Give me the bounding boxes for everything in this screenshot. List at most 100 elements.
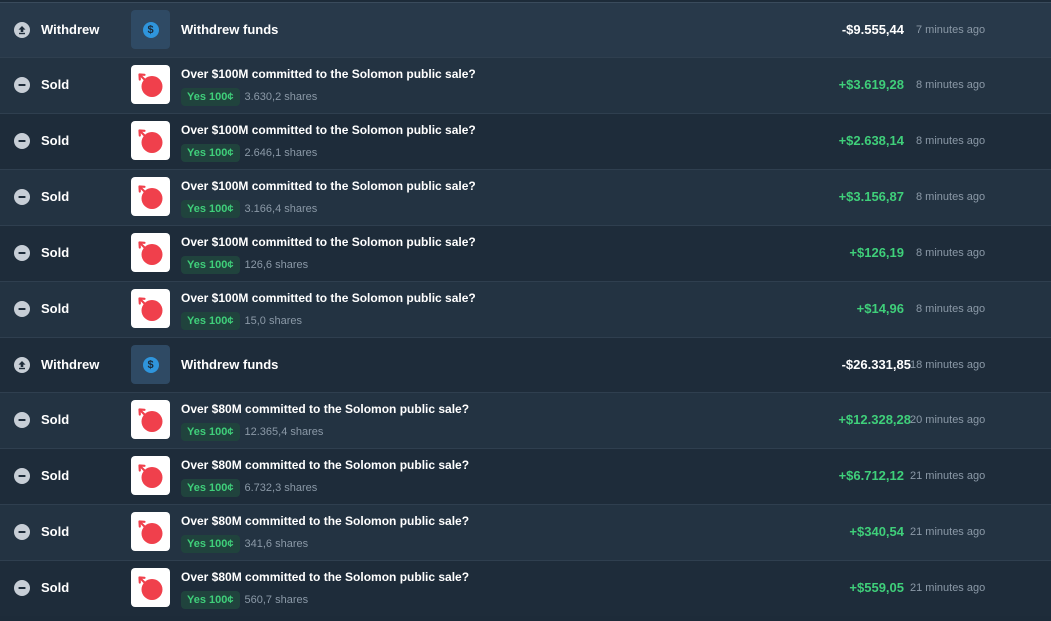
sold-icon xyxy=(14,580,30,596)
position-details: Yes 100¢ 12.365,4 shares xyxy=(181,423,323,441)
shares-count: 3.630,2 shares xyxy=(244,91,318,103)
activity-row[interactable]: Sold Over $100M committed to the Solomon … xyxy=(0,281,1051,337)
market-thumbnail[interactable] xyxy=(131,512,170,551)
market-logo-icon xyxy=(138,241,163,265)
activity-row[interactable]: Sold Over $80M committed to the Solomon p… xyxy=(0,392,1051,448)
market-title-link[interactable]: Over $80M committed to the Solomon publi… xyxy=(181,514,469,528)
position-details: Yes 100¢ 3.630,2 shares xyxy=(181,88,317,106)
position-details: Yes 100¢ 3.166,4 shares xyxy=(181,200,317,218)
shares-count: 2.646,1 shares xyxy=(244,147,318,159)
position-details: Yes 100¢ 126,6 shares xyxy=(181,256,308,274)
outcome-chip: Yes 100¢ xyxy=(181,535,240,553)
outcome-chip: Yes 100¢ xyxy=(181,479,240,497)
market-title-link[interactable]: Over $100M committed to the Solomon publ… xyxy=(181,235,476,249)
outcome-chip: Yes 100¢ xyxy=(181,312,240,330)
withdraw-icon xyxy=(14,22,30,38)
shares-count: 15,0 shares xyxy=(244,315,302,327)
market-logo-icon xyxy=(138,576,163,600)
activity-type-label: Sold xyxy=(41,245,70,260)
market-title-link[interactable]: Over $80M committed to the Solomon publi… xyxy=(181,458,469,472)
activity-amount: +$126,19 xyxy=(849,245,904,260)
market-title-link[interactable]: Over $100M committed to the Solomon publ… xyxy=(181,67,476,81)
market-thumbnail[interactable] xyxy=(131,121,170,160)
market-title-link[interactable]: Over $100M committed to the Solomon publ… xyxy=(181,291,476,305)
activity-list: Withdrew $ Withdrew funds -$9.555,44 7 minut… xyxy=(0,0,1051,621)
activity-amount: +$340,54 xyxy=(849,524,904,539)
market-logo-icon xyxy=(138,185,163,209)
activity-type-label: Sold xyxy=(41,133,70,148)
market-thumbnail[interactable] xyxy=(131,456,170,495)
withdraw-funds-thumbnail: $ xyxy=(131,10,170,49)
sold-icon xyxy=(14,189,30,205)
market-logo-icon xyxy=(138,129,163,153)
activity-time: 21 minutes ago xyxy=(910,470,986,482)
position-details: Yes 100¢ 6.732,3 shares xyxy=(181,479,317,497)
shares-count: 3.166,4 shares xyxy=(244,203,318,215)
activity-row[interactable]: Sold Over $100M committed to the Solomon … xyxy=(0,169,1051,225)
sold-icon xyxy=(14,468,30,484)
market-logo-icon xyxy=(138,73,163,97)
sold-icon xyxy=(14,133,30,149)
activity-row[interactable]: Withdrew $ Withdrew funds -$26.331,85 18 min… xyxy=(0,337,1051,393)
outcome-chip: Yes 100¢ xyxy=(181,144,240,162)
activity-time: 8 minutes ago xyxy=(916,191,986,203)
outcome-chip: Yes 100¢ xyxy=(181,423,240,441)
activity-time: 8 minutes ago xyxy=(916,247,986,259)
sold-icon xyxy=(14,412,30,428)
outcome-chip: Yes 100¢ xyxy=(181,200,240,218)
activity-type-label: Withdrew xyxy=(41,22,100,37)
market-logo-icon xyxy=(138,464,163,488)
activity-type-label: Sold xyxy=(41,524,70,539)
activity-time: 18 minutes ago xyxy=(910,359,986,371)
activity-row[interactable]: Sold Over $100M committed to the Solomon … xyxy=(0,57,1051,113)
shares-count: 126,6 shares xyxy=(244,259,309,271)
dollar-coin-icon: $ xyxy=(142,21,159,38)
market-thumbnail[interactable] xyxy=(131,65,170,104)
shares-count: 12.365,4 shares xyxy=(244,426,324,438)
activity-type-label: Sold xyxy=(41,77,70,92)
activity-time: 8 minutes ago xyxy=(916,79,986,91)
activity-type-label: Sold xyxy=(41,301,70,316)
market-thumbnail[interactable] xyxy=(131,400,170,439)
activity-row[interactable]: Withdrew $ Withdrew funds -$9.555,44 7 minut… xyxy=(0,2,1051,58)
market-thumbnail[interactable] xyxy=(131,568,170,607)
market-title-link[interactable]: Over $100M committed to the Solomon publ… xyxy=(181,123,476,137)
outcome-chip: Yes 100¢ xyxy=(181,256,240,274)
withdraw-funds-thumbnail: $ xyxy=(131,345,170,384)
activity-row[interactable]: Sold Over $80M committed to the Solomon p… xyxy=(0,448,1051,504)
activity-amount: +$3.619,28 xyxy=(838,77,904,92)
withdraw-title: Withdrew funds xyxy=(181,357,279,372)
activity-row[interactable]: Sold Over $100M committed to the Solomon … xyxy=(0,225,1051,281)
market-title-link[interactable]: Over $80M committed to the Solomon publi… xyxy=(181,402,469,416)
activity-time: 7 minutes ago xyxy=(916,24,986,36)
withdraw-title: Withdrew funds xyxy=(181,22,279,37)
market-logo-icon xyxy=(138,408,163,432)
market-title-link[interactable]: Over $100M committed to the Solomon publ… xyxy=(181,179,476,193)
activity-amount: +$14,96 xyxy=(856,301,904,316)
activity-type-label: Withdrew xyxy=(41,357,100,372)
position-details: Yes 100¢ 560,7 shares xyxy=(181,591,308,609)
market-thumbnail[interactable] xyxy=(131,233,170,272)
market-thumbnail[interactable] xyxy=(131,289,170,328)
shares-count: 560,7 shares xyxy=(244,594,309,606)
activity-amount: +$2.638,14 xyxy=(838,133,904,148)
market-title-link[interactable]: Over $80M committed to the Solomon publi… xyxy=(181,570,469,584)
shares-count: 6.732,3 shares xyxy=(244,482,318,494)
activity-amount: -$9.555,44 xyxy=(841,22,904,37)
activity-amount: +$12.328,28 xyxy=(838,412,911,427)
activity-type-label: Sold xyxy=(41,412,70,427)
activity-type-label: Sold xyxy=(41,580,70,595)
activity-time: 21 minutes ago xyxy=(910,582,986,594)
market-thumbnail[interactable] xyxy=(131,177,170,216)
shares-count: 341,6 shares xyxy=(244,538,309,550)
sold-icon xyxy=(14,245,30,261)
activity-type-label: Sold xyxy=(41,468,70,483)
activity-amount: -$26.331,85 xyxy=(841,357,911,372)
activity-row[interactable]: Sold Over $80M committed to the Solomon p… xyxy=(0,504,1051,560)
activity-row[interactable]: Sold Over $80M committed to the Solomon p… xyxy=(0,560,1051,616)
position-details: Yes 100¢ 2.646,1 shares xyxy=(181,144,317,162)
market-logo-icon xyxy=(138,520,163,544)
activity-type-label: Sold xyxy=(41,189,70,204)
activity-row[interactable]: Sold Over $100M committed to the Solomon … xyxy=(0,113,1051,169)
activity-amount: +$559,05 xyxy=(849,580,904,595)
